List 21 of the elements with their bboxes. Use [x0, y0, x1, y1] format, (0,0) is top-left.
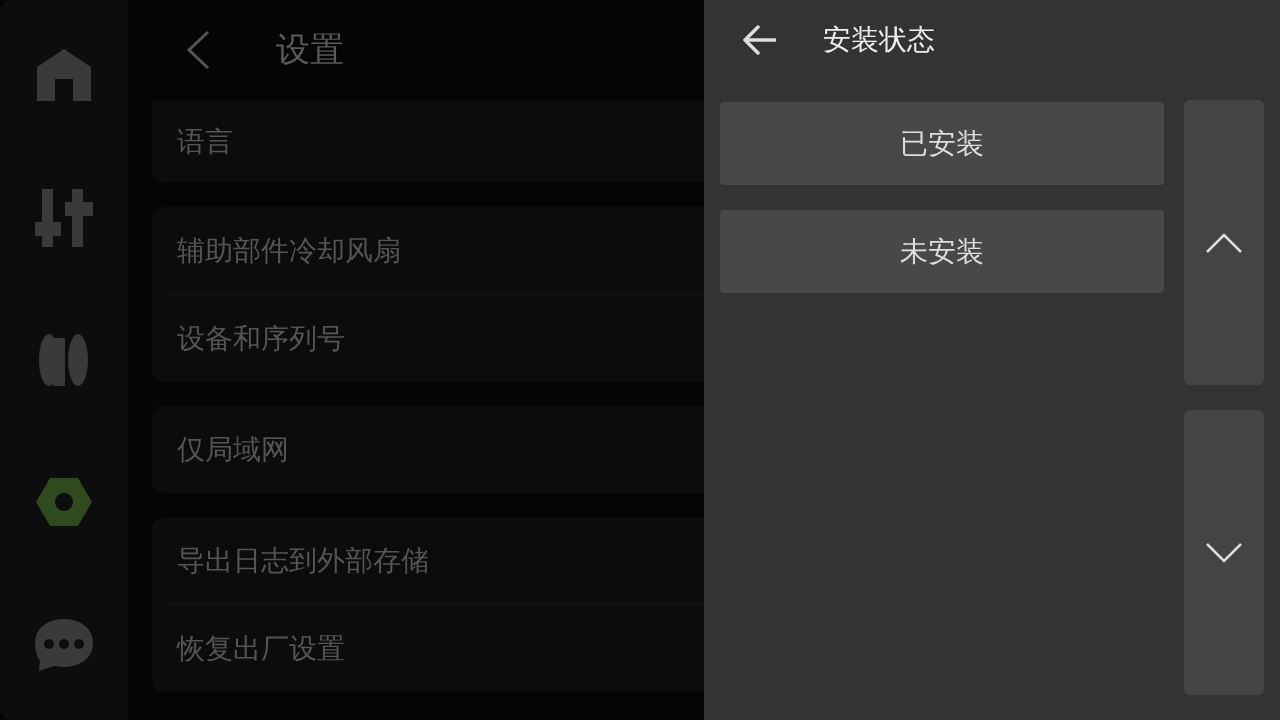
settings-item[interactable]: 设备和序列号	[177, 319, 345, 358]
settings-item[interactable]: 语言	[177, 122, 233, 161]
back-arrow-icon[interactable]	[742, 25, 776, 55]
chevron-down-icon	[1206, 542, 1242, 563]
page-title: 设置	[276, 28, 344, 71]
back-icon[interactable]	[186, 30, 210, 70]
panel-title: 安装状态	[823, 22, 935, 58]
settings-item[interactable]: 导出日志到外部存储	[177, 541, 429, 580]
settings-item[interactable]: 仅局域网	[177, 430, 289, 469]
chevron-up-icon	[1206, 232, 1242, 253]
settings-item[interactable]: 恢复出厂设置	[177, 629, 345, 668]
option-button[interactable]: 已安装	[720, 102, 1164, 185]
spool-icon	[39, 333, 89, 386]
home-icon	[37, 49, 91, 102]
scroll-up-button[interactable]	[1184, 100, 1264, 385]
nut-icon	[36, 478, 92, 527]
option-button[interactable]: 未安装	[720, 210, 1164, 293]
chat-icon	[35, 618, 93, 671]
scroll-down-button[interactable]	[1184, 410, 1264, 695]
settings-item[interactable]: 辅助部件冷却风扇	[177, 231, 401, 270]
sliders-icon	[35, 188, 93, 247]
